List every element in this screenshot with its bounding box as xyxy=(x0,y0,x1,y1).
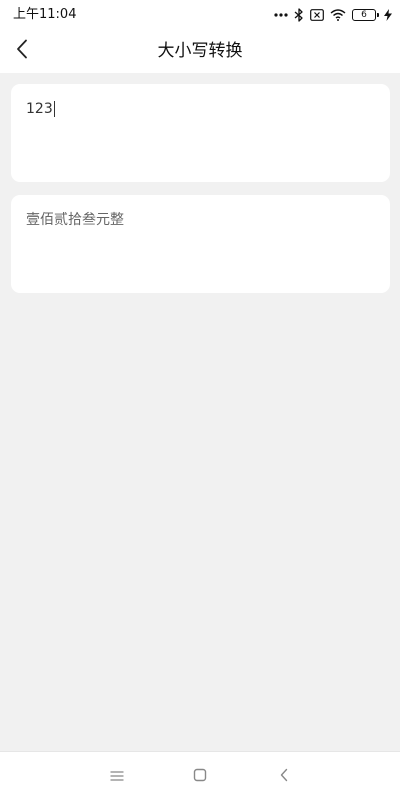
system-nav-bar xyxy=(0,751,400,800)
wifi-icon xyxy=(330,9,346,21)
nav-back-button[interactable] xyxy=(274,766,294,786)
back-icon xyxy=(279,767,289,786)
menu-icon xyxy=(110,767,124,786)
nav-home-button[interactable] xyxy=(190,766,210,786)
result-card: 壹佰贰拾叁元整 xyxy=(11,195,390,293)
status-time: 上午11:04 xyxy=(13,7,77,22)
amount-input-card[interactable]: 123 xyxy=(11,84,390,182)
status-icons: 6 xyxy=(274,6,392,24)
bluetooth-icon xyxy=(294,8,304,22)
home-icon xyxy=(193,767,207,786)
charging-icon xyxy=(384,9,392,21)
status-bar: 上午11:04 6 xyxy=(0,0,400,30)
sim-disabled-icon xyxy=(310,9,324,21)
title-bar: 大小写转换 xyxy=(0,30,400,73)
amount-input-value: 123 xyxy=(26,101,53,117)
amount-input[interactable]: 123 xyxy=(26,100,375,118)
result-text: 壹佰贰拾叁元整 xyxy=(26,212,124,228)
battery-level: 6 xyxy=(361,9,367,20)
more-dots-icon xyxy=(274,13,288,17)
nav-menu-button[interactable] xyxy=(107,766,127,786)
page-title: 大小写转换 xyxy=(157,41,243,61)
battery-icon: 6 xyxy=(352,9,379,21)
text-caret xyxy=(53,101,55,117)
